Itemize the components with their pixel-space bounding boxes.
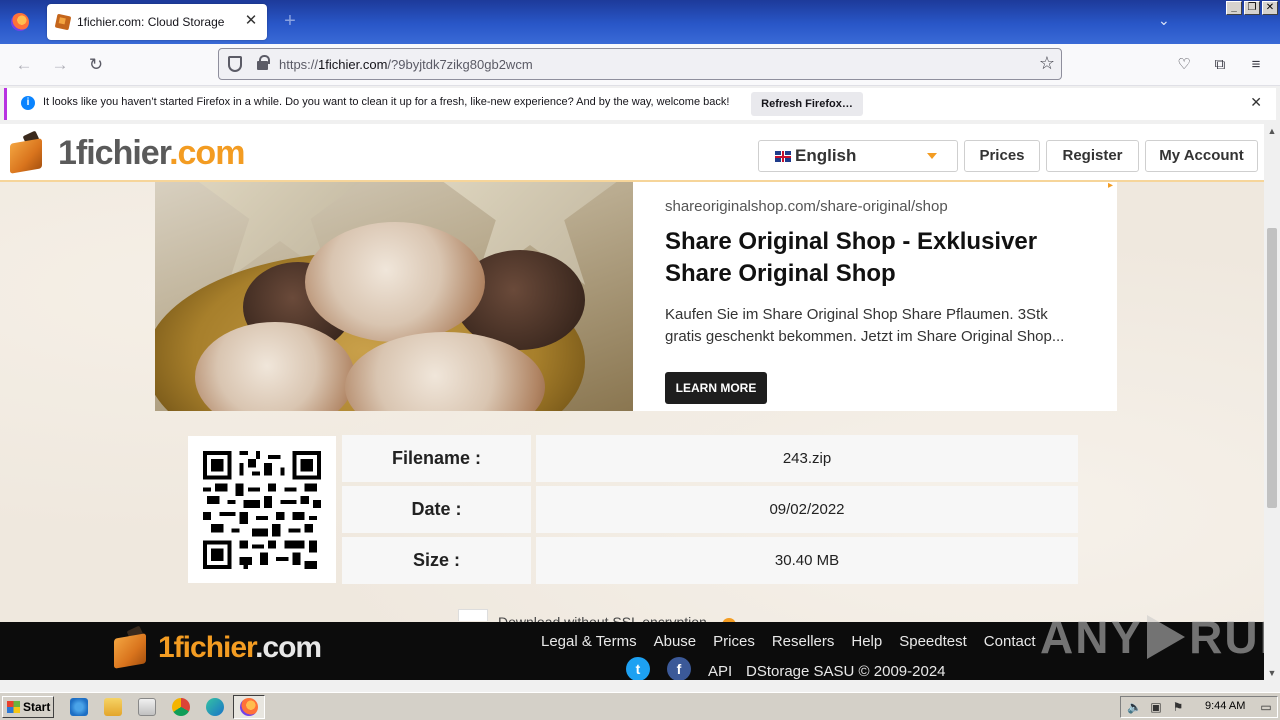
footer-link-contact[interactable]: Contact [984,633,1036,650]
start-button[interactable]: Start [2,696,54,718]
ad-description: Kaufen Sie im Share Original Shop Share … [665,306,1065,345]
minimize-button[interactable]: _ [1226,1,1242,15]
language-label: English [795,146,857,165]
refresh-firefox-button[interactable]: Refresh Firefox… [751,92,863,116]
footer-logo-box-icon [112,625,152,669]
window-controls: _ ❐ ✕ [1226,1,1278,15]
pocket-icon[interactable]: ♡ [1173,54,1195,76]
ad-domain: shareoriginalshop.com/share-original/sho… [665,198,948,215]
back-arrow-icon[interactable]: ← [12,53,36,77]
firefox-icon[interactable] [11,13,29,31]
scroll-down-arrow-icon[interactable]: ▼ [1267,668,1277,678]
footer-link-prices[interactable]: Prices [713,633,755,650]
language-select[interactable]: English [758,140,958,172]
list-all-tabs-chevron-icon[interactable]: ⌄ [1158,12,1176,30]
uk-flag-icon [775,151,791,162]
windows-flag-icon [7,701,20,713]
scroll-up-arrow-icon[interactable]: ▲ [1267,126,1277,136]
size-value: 30.40 MB [536,537,1078,584]
play-icon [1147,615,1186,659]
forward-arrow-icon[interactable]: → [48,53,72,77]
url-prefix: https:// [279,57,319,72]
learn-more-button[interactable]: LEARN MORE [665,372,767,404]
scrollbar-thumb[interactable] [1267,228,1277,508]
volume-icon[interactable]: 🔈 [1127,700,1142,714]
network-icon[interactable]: ▣ [1149,700,1163,714]
footer-logo[interactable]: 1fichier.com [112,625,322,669]
url-host: 1fichier.com [318,57,388,72]
bookmark-star-icon[interactable]: ☆ [1039,53,1055,74]
ssl-checkbox[interactable] [458,609,488,621]
ad-image-cookies[interactable] [155,182,633,411]
dropdown-caret-icon [927,153,937,159]
browser-tab-active[interactable]: 1fichier.com: Cloud Storage ✕ [47,4,267,40]
url-text[interactable]: https://1fichier.com/?9byjtdk7zikg80gb2w… [279,57,533,72]
vertical-scrollbar[interactable]: ▲ ▼ [1264,124,1280,680]
edge-icon[interactable] [206,698,224,716]
windows-taskbar: Start 🔈 ▣ ⚑ 9:44 AM ▭ [0,692,1280,720]
close-tab-icon[interactable]: ✕ [243,12,259,30]
qr-code-icon [203,451,321,569]
qr-code [188,436,336,583]
restore-button[interactable]: ❐ [1244,1,1260,15]
tracking-protection-shield-icon[interactable] [228,56,242,72]
ad-title[interactable]: Share Original Shop - Exklusiver Share O… [665,226,1095,290]
hamburger-menu-icon[interactable]: ≡ [1245,54,1267,76]
address-bar[interactable]: https://1fichier.com/?9byjtdk7zikg80gb2w… [218,48,1062,80]
advertisement[interactable]: ▸ shareoriginalshop.com/share-original/s… [155,180,1117,411]
site-header: 1fichier.com English Prices Register My … [0,124,1264,182]
footer-copyright: DStorage SASU © 2009-2024 [746,663,946,680]
url-path: /?9byjtdk7zikg80gb2wcm [387,57,533,72]
notification-text: It looks like you haven’t started Firefo… [43,96,730,108]
footer-link-api[interactable]: API [708,663,732,680]
footer-link-legal[interactable]: Legal & Terms [541,633,637,650]
chrome-icon[interactable] [172,698,190,716]
page-viewport: 1fichier.com English Prices Register My … [0,124,1264,680]
date-label: Date : [342,486,531,533]
extensions-icon[interactable]: ⧉ [1209,54,1231,76]
browser-tab-bar: 1fichier.com: Cloud Storage ✕ + ⌄ _ ❐ ✕ [0,0,1280,44]
site-favicon-icon [54,13,72,31]
tab-title: 1fichier.com: Cloud Storage [77,15,225,29]
logo-box-icon [8,130,48,174]
clock: 9:44 AM [1205,700,1246,712]
my-account-button[interactable]: My Account [1145,140,1258,172]
navigation-toolbar: ← → ↻ https://1fichier.com/?9byjtdk7zikg… [0,44,1280,86]
file-explorer-icon[interactable] [104,698,122,716]
date-value: 09/02/2022 [536,486,1078,533]
footer-links: Legal & Terms Abuse Prices Resellers Hel… [541,633,1036,650]
notification-bar: i It looks like you haven’t started Fire… [4,88,1276,120]
footer-logo-text: 1fichier.com [158,631,322,664]
system-tray: 🔈 ▣ ⚑ 9:44 AM ▭ [1120,696,1278,718]
firefox-taskbar-icon [240,698,258,716]
footer-link-help[interactable]: Help [851,633,882,650]
twitter-icon[interactable]: t [626,657,650,680]
site-logo[interactable]: 1fichier.com [8,128,245,178]
footer-link-resellers[interactable]: Resellers [772,633,835,650]
size-label: Size : [342,537,531,584]
footer-link-abuse[interactable]: Abuse [654,633,697,650]
anyrun-watermark: ANYRUN [1040,611,1264,663]
facebook-icon[interactable]: f [667,657,691,680]
lock-icon[interactable] [257,55,270,70]
close-window-button[interactable]: ✕ [1262,1,1278,15]
media-player-icon[interactable] [138,698,156,716]
filename-value: 243.zip [536,435,1078,482]
internet-explorer-icon[interactable] [70,698,88,716]
prices-button[interactable]: Prices [964,140,1040,172]
register-button[interactable]: Register [1046,140,1139,172]
footer-link-speedtest[interactable]: Speedtest [899,633,967,650]
taskbar-firefox-active[interactable] [233,695,265,719]
start-label: Start [23,700,51,714]
flag-notification-icon[interactable]: ⚑ [1171,700,1185,714]
reload-icon[interactable]: ↻ [84,53,108,77]
logo-text: 1fichier.com [58,133,245,172]
new-tab-plus-icon[interactable]: + [280,11,300,32]
filename-label: Filename : [342,435,531,482]
close-notification-icon[interactable]: ✕ [1250,94,1262,111]
info-icon: i [21,96,35,110]
show-desktop-icon[interactable]: ▭ [1259,700,1273,714]
